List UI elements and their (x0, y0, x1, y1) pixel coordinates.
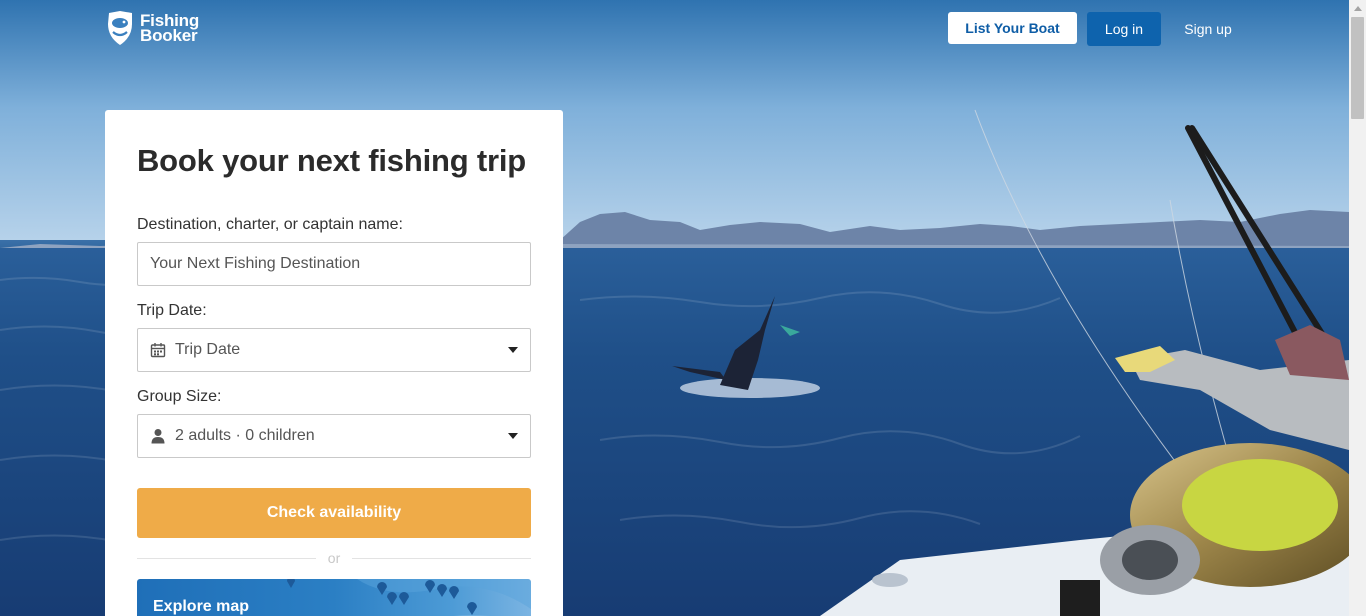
or-divider: or (137, 550, 532, 566)
page-title: Book your next fishing trip (137, 143, 527, 178)
scrollbar-thumb[interactable] (1351, 17, 1364, 119)
trip-date-label: Trip Date: (137, 302, 207, 319)
calendar-icon (150, 343, 166, 358)
page-scrollbar[interactable] (1349, 0, 1366, 616)
trip-date-value: Trip Date (175, 341, 241, 358)
group-size-value: 2 adults · 0 children (175, 427, 315, 444)
chevron-down-icon (508, 433, 518, 439)
search-card: Book your next fishing trip Destination,… (105, 110, 563, 616)
explore-map-button[interactable]: Explore map (137, 579, 531, 616)
fish-hook-logo-icon (108, 11, 132, 45)
destination-label: Destination, charter, or captain name: (137, 216, 403, 233)
group-size-select[interactable]: 2 adults · 0 children (137, 414, 531, 458)
logo-wordmark: Fishing Booker (140, 12, 199, 45)
destination-field[interactable] (137, 242, 531, 286)
chevron-down-icon (508, 347, 518, 353)
log-in-button[interactable]: Log in (1087, 12, 1161, 46)
logo-line-2: Booker (140, 26, 198, 45)
check-availability-button[interactable]: Check availability (137, 488, 531, 538)
trip-date-select[interactable]: Trip Date (137, 328, 531, 372)
sign-up-link[interactable]: Sign up (1172, 12, 1244, 46)
hero-background: Fishing Booker List Your Boat Log in Sig… (0, 0, 1349, 616)
group-size-label: Group Size: (137, 388, 222, 405)
explore-map-label: Explore map (153, 598, 250, 615)
destination-input[interactable] (150, 255, 518, 273)
or-text: or (327, 550, 341, 566)
scroll-up-arrow-icon[interactable] (1349, 0, 1366, 17)
list-your-boat-button[interactable]: List Your Boat (948, 12, 1077, 44)
fishingbooker-logo[interactable]: Fishing Booker (104, 10, 199, 46)
person-icon (151, 429, 165, 444)
divider-line (352, 557, 532, 559)
divider-line (137, 557, 316, 559)
